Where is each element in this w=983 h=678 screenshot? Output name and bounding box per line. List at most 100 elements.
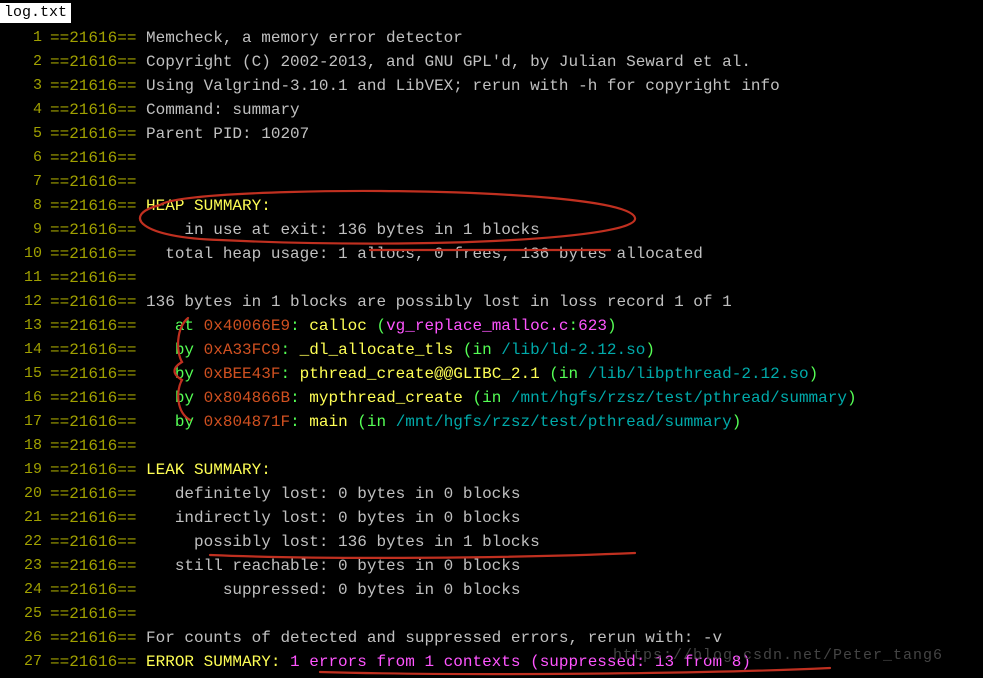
- line-content: ==21616== Memcheck, a memory error detec…: [50, 26, 463, 50]
- line-content: ==21616== Copyright (C) 2002-2013, and G…: [50, 50, 751, 74]
- line-number: 4: [0, 98, 50, 122]
- text-segment: ==21616==: [50, 53, 146, 71]
- text-segment: calloc: [309, 317, 367, 335]
- code-line: 4==21616== Command: summary: [0, 98, 983, 122]
- text-segment: ==21616==: [50, 461, 146, 479]
- text-segment: ): [809, 365, 819, 383]
- text-segment: 623: [578, 317, 607, 335]
- code-line: 20==21616== definitely lost: 0 bytes in …: [0, 482, 983, 506]
- line-number: 19: [0, 458, 50, 482]
- text-segment: total heap usage: 1 allocs, 0 frees, 136…: [146, 245, 703, 263]
- line-number: 23: [0, 554, 50, 578]
- text-segment: (in: [463, 389, 511, 407]
- text-segment: /mnt/hgfs/rzsz/test/pthread/summary: [511, 389, 847, 407]
- text-segment: ==21616==: [50, 485, 146, 503]
- line-number: 24: [0, 578, 50, 602]
- code-line: 19==21616== LEAK SUMMARY:: [0, 458, 983, 482]
- line-content: ==21616== by 0x804866B: mypthread_create…: [50, 386, 857, 410]
- text-segment: _dl_allocate_tls: [300, 341, 454, 359]
- text-segment: ==21616==: [50, 125, 146, 143]
- code-line: 23==21616== still reachable: 0 bytes in …: [0, 554, 983, 578]
- text-segment: ): [732, 413, 742, 431]
- line-content: ==21616==: [50, 602, 136, 626]
- file-tab[interactable]: log.txt: [0, 3, 71, 23]
- text-segment: ==21616==: [50, 605, 136, 623]
- code-line: 2==21616== Copyright (C) 2002-2013, and …: [0, 50, 983, 74]
- text-segment: (in: [540, 365, 588, 383]
- line-content: ==21616== by 0xA33FC9: _dl_allocate_tls …: [50, 338, 655, 362]
- text-segment: LEAK SUMMARY:: [146, 461, 271, 479]
- line-number: 21: [0, 506, 50, 530]
- code-line: 25==21616==: [0, 602, 983, 626]
- line-number: 15: [0, 362, 50, 386]
- text-segment: 1 errors from 1 contexts (suppressed: 13…: [290, 653, 751, 671]
- text-segment: by: [175, 341, 204, 359]
- code-line: 26==21616== For counts of detected and s…: [0, 626, 983, 650]
- code-line: 7==21616==: [0, 170, 983, 194]
- text-segment: Parent PID: 10207: [146, 125, 309, 143]
- line-number: 9: [0, 218, 50, 242]
- line-content: ==21616== 136 bytes in 1 blocks are poss…: [50, 290, 732, 314]
- code-line: 24==21616== suppressed: 0 bytes in 0 blo…: [0, 578, 983, 602]
- text-segment: Memcheck, a memory error detector: [146, 29, 463, 47]
- line-content: ==21616== LEAK SUMMARY:: [50, 458, 271, 482]
- code-line: 15==21616== by 0xBEE43F: pthread_create@…: [0, 362, 983, 386]
- line-number: 12: [0, 290, 50, 314]
- code-line: 3==21616== Using Valgrind-3.10.1 and Lib…: [0, 74, 983, 98]
- line-content: ==21616== Parent PID: 10207: [50, 122, 309, 146]
- text-segment: ==21616==: [50, 245, 146, 263]
- line-number: 10: [0, 242, 50, 266]
- line-content: ==21616==: [50, 266, 136, 290]
- line-content: ==21616== Using Valgrind-3.10.1 and LibV…: [50, 74, 780, 98]
- text-segment: :: [290, 317, 309, 335]
- text-segment: :: [569, 317, 579, 335]
- text-segment: ==21616==: [50, 389, 175, 407]
- text-segment: vg_replace_malloc.c: [386, 317, 568, 335]
- text-segment: suppressed: 0 bytes in 0 blocks: [146, 581, 520, 599]
- text-segment: ==21616==: [50, 437, 136, 455]
- line-number: 13: [0, 314, 50, 338]
- text-segment: at: [175, 317, 204, 335]
- code-line: 10==21616== total heap usage: 1 allocs, …: [0, 242, 983, 266]
- file-tab-label: log.txt: [4, 4, 67, 21]
- text-segment: HEAP SUMMARY:: [146, 197, 271, 215]
- text-segment: /lib/ld-2.12.so: [501, 341, 645, 359]
- text-segment: :: [280, 341, 299, 359]
- text-segment: ==21616==: [50, 29, 146, 47]
- text-segment: (in: [453, 341, 501, 359]
- text-segment: ==21616==: [50, 197, 146, 215]
- text-segment: ): [645, 341, 655, 359]
- text-segment: ==21616==: [50, 365, 175, 383]
- code-line: 11==21616==: [0, 266, 983, 290]
- line-number: 6: [0, 146, 50, 170]
- text-segment: :: [290, 389, 309, 407]
- code-line: 27==21616== ERROR SUMMARY: 1 errors from…: [0, 650, 983, 674]
- line-content: ==21616== by 0xBEE43F: pthread_create@@G…: [50, 362, 818, 386]
- line-content: ==21616== suppressed: 0 bytes in 0 block…: [50, 578, 520, 602]
- text-segment: by: [175, 389, 204, 407]
- text-segment: ==21616==: [50, 293, 146, 311]
- line-content: ==21616== at 0x40066E9: calloc (vg_repla…: [50, 314, 617, 338]
- text-segment: ==21616==: [50, 221, 146, 239]
- text-segment: 136 bytes in 1 blocks are possibly lost …: [146, 293, 732, 311]
- text-segment: ==21616==: [50, 509, 146, 527]
- line-content: ==21616== still reachable: 0 bytes in 0 …: [50, 554, 520, 578]
- text-segment: (: [367, 317, 386, 335]
- text-segment: ): [607, 317, 617, 335]
- text-segment: Using Valgrind-3.10.1 and LibVEX; rerun …: [146, 77, 780, 95]
- text-segment: 0xA33FC9: [204, 341, 281, 359]
- text-segment: /lib/libpthread-2.12.so: [588, 365, 809, 383]
- code-line: 21==21616== indirectly lost: 0 bytes in …: [0, 506, 983, 530]
- line-content: ==21616==: [50, 146, 136, 170]
- text-segment: ==21616==: [50, 77, 146, 95]
- text-segment: ==21616==: [50, 581, 146, 599]
- text-segment: indirectly lost: 0 bytes in 0 blocks: [146, 509, 520, 527]
- line-number: 25: [0, 602, 50, 626]
- line-number: 27: [0, 650, 50, 674]
- line-content: ==21616== total heap usage: 1 allocs, 0 …: [50, 242, 703, 266]
- line-number: 26: [0, 626, 50, 650]
- text-segment: ==21616==: [50, 629, 146, 647]
- text-segment: ==21616==: [50, 101, 146, 119]
- line-content: ==21616== possibly lost: 136 bytes in 1 …: [50, 530, 540, 554]
- line-number: 8: [0, 194, 50, 218]
